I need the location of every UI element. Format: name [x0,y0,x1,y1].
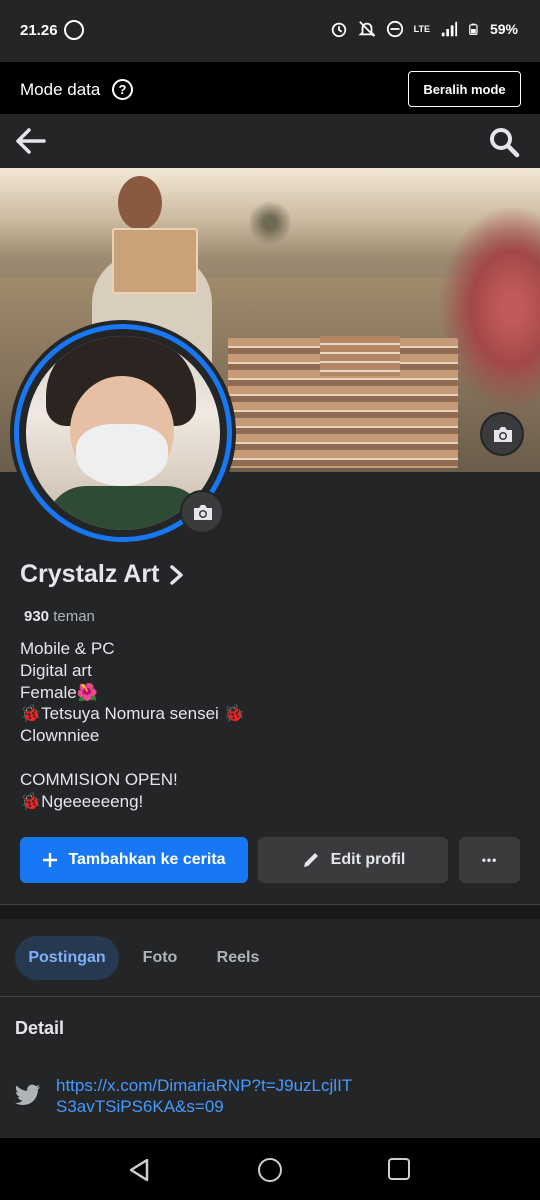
plus-icon [43,853,58,867]
status-time: 21.26 [20,22,58,39]
cover-person-head [118,176,162,230]
profile-bio: Mobile & PC Digital art Female🌺 🐞Tetsuya… [20,638,245,812]
cover-book-stack-top [320,336,400,376]
friends-number: 930 [24,608,50,625]
pencil-icon [303,853,318,867]
camera-icon [494,427,512,442]
top-nav [0,114,540,168]
profile-tabs: Postingan Foto Reels [0,919,540,997]
data-mode-label: Mode data [20,80,101,99]
twitter-profile-link[interactable]: https://x.com/DimariaRNP?t=J9uzLcjlITS3a… [56,1075,356,1117]
cover-tree [250,198,290,248]
search-icon[interactable] [488,126,520,158]
edit-cover-camera-button[interactable] [480,412,524,456]
friends-label: teman [53,608,95,625]
section-gap [0,905,540,919]
system-nav-bar [0,1138,540,1200]
notifications-off-icon [358,21,376,37]
status-bar: 21.26 LTE 59% [0,0,540,62]
tab-posts[interactable]: Postingan [15,936,119,980]
help-icon[interactable]: ? [112,79,133,100]
signal-icon [441,21,458,37]
battery-icon [469,23,478,35]
add-to-story-button[interactable]: Tambahkan ke cerita [20,837,248,883]
more-options-button[interactable]: ••• [459,837,520,883]
bio-line: Female🌺 [20,682,98,702]
switch-mode-button[interactable]: Beralih mode [408,71,521,107]
do-not-disturb-icon [386,20,403,38]
add-to-story-label: Tambahkan ke cerita [68,851,226,868]
status-icons: LTE 59% [330,20,518,38]
bio-line [20,747,245,769]
bio-line: Mobile & PC [20,639,115,658]
profile-name-row[interactable]: Crystalz Art [20,560,185,589]
profile-name: Crystalz Art [20,560,160,588]
more-dots-icon: ••• [481,853,498,867]
battery-percent: 59% [489,21,518,37]
twitter-icon [15,1084,40,1106]
camera-icon [194,505,212,520]
data-mode-bar: Mode data ? Beralih mode [0,62,540,114]
details-heading: Detail [15,1018,65,1038]
bio-line: Clownniee [20,726,100,746]
profile-actions: Tambahkan ke cerita Edit profil ••• [20,837,520,883]
bio-line: 🐞Tetsuya Nomura sensei 🐞 [20,704,245,724]
avatar-face-mask [76,424,168,486]
edit-profile-button[interactable]: Edit profil [258,837,448,883]
network-label: LTE [413,24,430,34]
system-back-icon[interactable] [128,1158,150,1182]
tab-reels[interactable]: Reels [205,936,271,980]
cover-open-book [112,228,198,294]
edit-avatar-camera-button[interactable] [180,490,224,534]
alarm-icon [331,22,346,38]
bio-line: 🐞Ngeeeeeeng! [20,791,144,811]
chevron-right-icon [170,564,184,585]
bio-line: COMMISION OPEN! [20,769,178,789]
system-recents-icon[interactable] [388,1158,410,1180]
bio-line: Digital art [20,660,92,680]
whatsapp-icon [64,20,84,40]
edit-profile-label: Edit profil [330,851,406,868]
arrow-left-icon[interactable] [14,126,48,156]
system-home-icon[interactable] [258,1158,282,1182]
friends-count[interactable]: 930 teman [24,608,95,625]
tab-photos[interactable]: Foto [130,936,190,980]
